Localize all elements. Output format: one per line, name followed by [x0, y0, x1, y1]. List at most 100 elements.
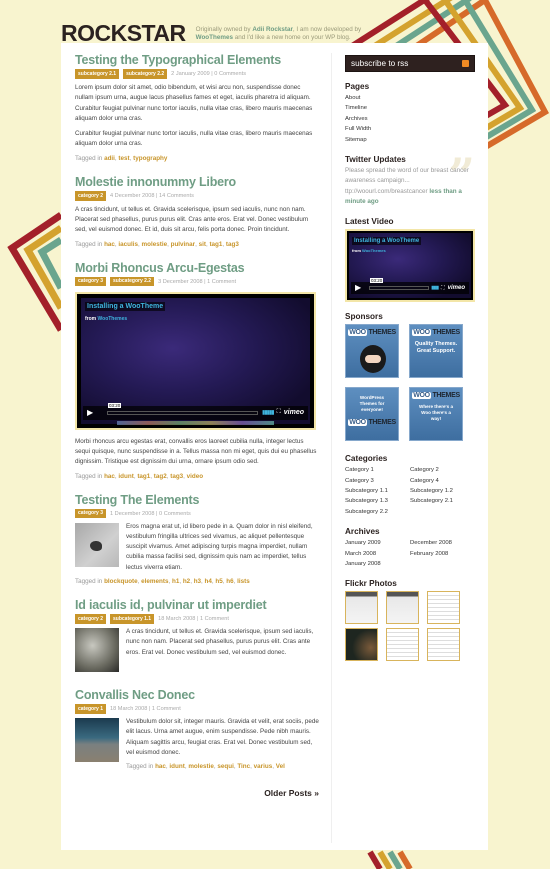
tag-link[interactable]: h3 — [194, 578, 201, 585]
tag-link[interactable]: adii — [104, 155, 115, 162]
category-badge[interactable]: subcategory 2.1 — [75, 69, 120, 79]
tag-link[interactable]: molestie — [188, 763, 214, 770]
tag-link[interactable]: idunt — [169, 763, 184, 770]
tag-link[interactable]: tag2 — [154, 473, 167, 480]
video-author-link[interactable]: WooThemes — [98, 316, 128, 322]
category-badge[interactable]: category 1 — [75, 704, 107, 714]
page-link[interactable]: About — [345, 93, 475, 103]
archive-link[interactable]: February 2008 — [410, 549, 475, 559]
site-logo[interactable]: ROCKSTAR — [61, 22, 186, 45]
volume-icon[interactable]: ▮▮▮▮▮ — [262, 409, 274, 416]
tag-link[interactable]: idunt — [118, 473, 133, 480]
category-badge[interactable]: category 3 — [75, 276, 107, 287]
tag-link[interactable]: lists — [237, 578, 250, 585]
tag-link[interactable]: elements — [141, 578, 168, 585]
post-title[interactable]: Id iaculis id, pulvinar ut imperdiet — [75, 598, 319, 613]
page-link[interactable]: Timeline — [345, 103, 475, 113]
fullscreen-icon[interactable]: ⛶ — [277, 409, 281, 416]
author-link[interactable]: Adii Rockstar — [252, 26, 293, 33]
category-link[interactable]: Category 4 — [410, 476, 475, 486]
archive-link[interactable]: December 2008 — [410, 538, 475, 548]
post-title[interactable]: Testing The Elements — [75, 493, 319, 508]
tag-link[interactable]: hac — [155, 763, 166, 770]
tag-link[interactable]: h4 — [205, 578, 212, 585]
category-badge[interactable]: subcategory 2.2 — [123, 69, 168, 79]
page-link[interactable]: Archives — [345, 114, 475, 124]
post-title[interactable]: Morbi Rhoncus Arcu-Egestas — [75, 261, 319, 276]
post-title[interactable]: Convallis Nec Donec — [75, 688, 319, 703]
category-link[interactable]: Subcategory 2.2 — [345, 507, 410, 517]
tag-link[interactable]: Vel — [276, 763, 285, 770]
archive-link[interactable]: January 2009 — [345, 538, 410, 548]
sponsor-ad[interactable]: WOO THEMES Where there's a Woo there's a… — [409, 387, 463, 442]
category-link[interactable]: Subcategory 1.1 — [345, 486, 410, 496]
tag-link[interactable]: iaculis — [118, 241, 138, 248]
flickr-photo[interactable] — [427, 591, 460, 625]
tag-link[interactable]: sit — [199, 241, 206, 248]
rss-label: subscribe to rss — [351, 59, 409, 68]
sponsor-ad[interactable]: WordPress Themes for everyone! WOO THEME… — [345, 387, 399, 442]
category-link[interactable]: Subcategory 1.2 — [410, 486, 475, 496]
tag-link[interactable]: typography — [133, 155, 167, 162]
post-title[interactable]: Molestie innonummy Libero — [75, 175, 319, 190]
category-badge[interactable]: category 3 — [75, 508, 107, 519]
tag-link[interactable]: h6 — [226, 578, 233, 585]
post-body: Lorem ipsum dolor sit amet, odio bibendu… — [75, 83, 319, 150]
car-thumbnail[interactable] — [75, 628, 119, 673]
category-link[interactable]: Category 3 — [345, 476, 410, 486]
category-link[interactable]: Subcategory 1.3 — [345, 496, 410, 506]
tag-link[interactable]: Tinc — [237, 763, 250, 770]
vimeo-logo[interactable]: vimeo — [448, 285, 465, 291]
flickr-photo[interactable] — [386, 591, 419, 625]
subscribe-rss-button[interactable]: subscribe to rss — [345, 55, 475, 72]
archive-link[interactable]: January 2008 — [345, 559, 410, 569]
volume-icon[interactable]: ▮▮▮▮ — [431, 285, 439, 291]
flickr-photo[interactable] — [345, 628, 378, 662]
bird-thumbnail[interactable] — [75, 522, 119, 567]
category-link[interactable]: Category 2 — [410, 465, 475, 475]
tag-link[interactable]: tag1 — [137, 473, 150, 480]
tag-link[interactable]: tag3 — [170, 473, 183, 480]
category-badge[interactable]: category 2 — [75, 614, 107, 624]
archive-link[interactable]: March 2008 — [345, 549, 410, 559]
tag-link[interactable]: varius — [254, 763, 273, 770]
post-title[interactable]: Testing the Typographical Elements — [75, 53, 319, 68]
flickr-photo[interactable] — [345, 591, 378, 625]
category-badge[interactable]: subcategory 2.2 — [110, 276, 155, 287]
flickr-photo[interactable] — [386, 628, 419, 662]
plane-thumbnail[interactable] — [75, 718, 119, 763]
category-link[interactable]: Subcategory 2.1 — [410, 496, 475, 506]
page-link[interactable]: Full Width — [345, 124, 475, 134]
video-title[interactable]: Installing a WooTheme — [85, 301, 166, 311]
tag-link[interactable]: hac — [104, 241, 115, 248]
tag-link[interactable]: sequi — [217, 763, 233, 770]
sidebar-video-player[interactable]: Installing a WooTheme from WooThemes ▶ 0… — [345, 229, 475, 303]
flickr-photo[interactable] — [427, 628, 460, 662]
play-icon[interactable]: ▶ — [87, 407, 103, 419]
category-link[interactable]: Category 1 — [345, 465, 410, 475]
tag-link[interactable]: test — [118, 155, 129, 162]
video-title[interactable]: Installing a WooTheme — [352, 237, 422, 246]
video-player[interactable]: Installing a WooTheme from WooThemes ▶ 0… — [75, 291, 316, 430]
sponsor-ad[interactable]: WOO THEMES Quality Themes. Great Support… — [409, 324, 463, 379]
play-icon[interactable]: ▶ — [355, 282, 367, 294]
tag-link[interactable]: hac — [104, 473, 115, 480]
video-progress-bar[interactable]: 03:20 — [369, 278, 430, 291]
vimeo-logo[interactable]: vimeo — [284, 409, 304, 416]
tag-link[interactable]: blockquote — [104, 578, 138, 585]
woothemes-link[interactable]: WooThemes — [196, 34, 233, 41]
tag-link[interactable]: h5 — [215, 578, 222, 585]
video-author-link[interactable]: WooThemes — [362, 248, 386, 253]
tag-link[interactable]: molestie — [142, 241, 168, 248]
category-badge[interactable]: subcategory 1.1 — [110, 614, 155, 624]
older-posts-link[interactable]: Older Posts » — [75, 788, 319, 798]
fullscreen-icon[interactable]: ⛶ — [441, 285, 445, 291]
page-link[interactable]: Sitemap — [345, 135, 475, 145]
tag-link[interactable]: tag1 — [209, 241, 222, 248]
tag-link[interactable]: video — [187, 473, 203, 480]
category-badge[interactable]: category 2 — [75, 191, 107, 201]
video-progress-bar[interactable]: 03:20 — [107, 402, 259, 415]
tag-link[interactable]: tag3 — [226, 241, 239, 248]
sponsor-ad[interactable]: WOO THEMES — [345, 324, 399, 379]
tag-link[interactable]: pulvinar — [171, 241, 196, 248]
